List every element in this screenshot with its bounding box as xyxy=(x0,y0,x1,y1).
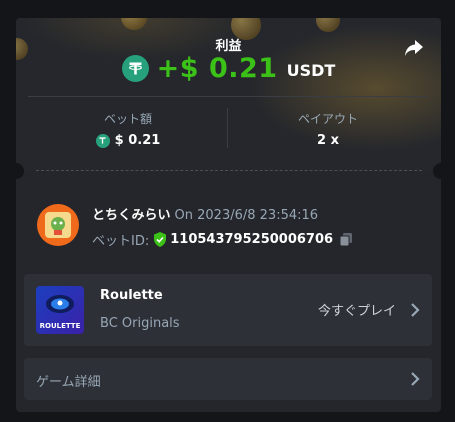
bet-amount-row: $ 0.21 xyxy=(28,133,228,148)
game-thumbnail: ROULETTE xyxy=(36,286,84,334)
game-details-label: ゲーム詳細 xyxy=(36,375,101,390)
avatar[interactable] xyxy=(37,204,79,246)
profit-label: 利益 xyxy=(215,39,242,54)
bet-id-value: 110543795250006706 xyxy=(170,232,334,247)
profit-amount: +$ 0.21 xyxy=(156,53,278,84)
profit-amount-row: +$ 0.21 USDT xyxy=(16,53,441,84)
bet-detail-card: 利益 +$ 0.21 USDT ベット額 $ 0.21 ペイアウト 2 x とち… xyxy=(16,18,441,412)
bet-amount-stat: ベット額 $ 0.21 xyxy=(28,110,228,148)
payout-label: ペイアウト xyxy=(297,112,358,126)
bet-id-label: ベットID: xyxy=(92,234,150,249)
game-provider: BC Originals xyxy=(100,316,180,331)
user-info: とちくみらい On 2023/6/8 23:54:16 xyxy=(92,204,318,223)
profit-currency: USDT xyxy=(286,61,336,80)
coin-decoration xyxy=(316,18,340,32)
tether-icon xyxy=(95,133,110,148)
bet-amount-value: $ 0.21 xyxy=(114,133,161,148)
dashed-divider xyxy=(36,170,422,171)
shield-check-icon xyxy=(153,232,167,247)
play-now-button[interactable]: 今すぐプレイ xyxy=(318,300,396,319)
game-details-row[interactable]: ゲーム詳細 xyxy=(24,358,432,400)
chevron-right-icon xyxy=(411,372,420,386)
user-name[interactable]: とちくみらい xyxy=(92,208,171,223)
game-row[interactable]: ROULETTE Roulette BC Originals 今すぐプレイ xyxy=(24,274,432,346)
chevron-right-icon xyxy=(411,303,420,317)
copy-icon[interactable] xyxy=(339,232,353,247)
tether-icon xyxy=(121,55,149,82)
coin-decoration xyxy=(121,18,147,30)
profit-header: 利益 +$ 0.21 USDT ベット額 $ 0.21 ペイアウト 2 x xyxy=(16,18,441,170)
bet-amount-label: ベット額 xyxy=(103,112,152,126)
avatar-image xyxy=(45,212,71,238)
game-thumbnail-label: ROULETTE xyxy=(39,322,81,330)
divider xyxy=(28,96,428,97)
game-title: Roulette xyxy=(100,288,163,303)
share-icon[interactable] xyxy=(402,36,426,60)
payout-value: 2 x xyxy=(317,133,339,148)
bet-timestamp: On 2023/6/8 23:54:16 xyxy=(174,208,319,223)
ticket-notch-right xyxy=(433,163,441,179)
payout-stat: ペイアウト 2 x xyxy=(228,110,428,148)
bet-id-row: ベットID: 110543795250006706 xyxy=(92,230,353,249)
